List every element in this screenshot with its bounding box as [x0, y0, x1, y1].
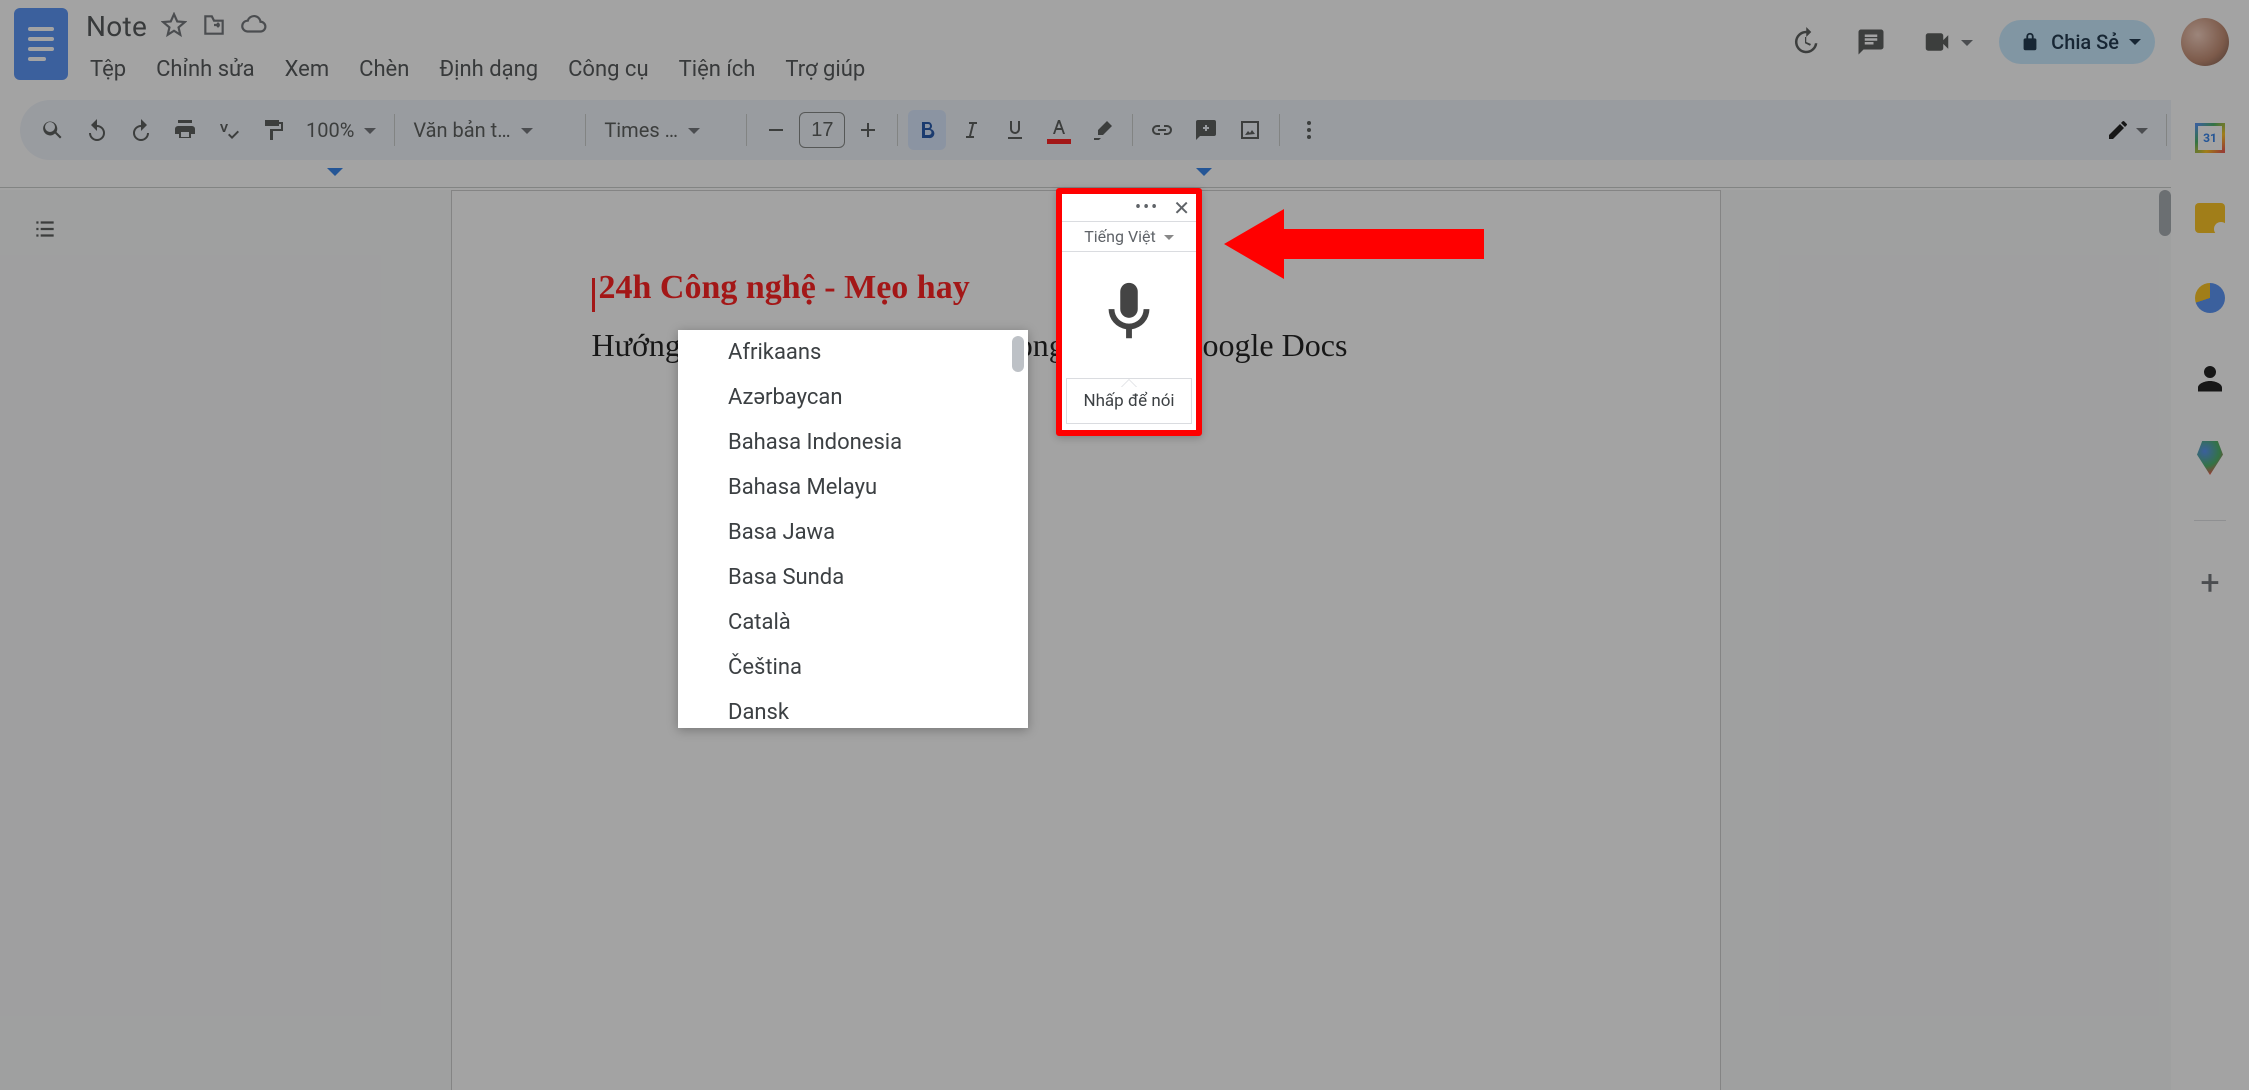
account-avatar[interactable] — [2181, 18, 2229, 66]
italic-button[interactable] — [952, 110, 990, 150]
menu-help[interactable]: Trợ giúp — [781, 53, 869, 86]
lang-option[interactable]: Basa Sunda — [678, 555, 1028, 600]
increase-font-size-button[interactable] — [849, 110, 887, 150]
keep-app-icon[interactable] — [2192, 200, 2228, 236]
text-color-button[interactable] — [1040, 110, 1078, 150]
dropdown-scrollbar[interactable] — [1012, 336, 1024, 372]
underline-button[interactable] — [996, 110, 1034, 150]
menu-file[interactable]: Tệp — [86, 53, 130, 86]
voice-typing-widget: ••• ✕ Tiếng Việt Nhấp để nói — [1056, 188, 1202, 436]
lang-option[interactable]: Bahasa Indonesia — [678, 420, 1028, 465]
lang-option[interactable]: Čeština — [678, 645, 1028, 690]
font-select[interactable]: Times … — [596, 110, 736, 150]
lang-option[interactable]: Dansk — [678, 690, 1028, 728]
spellcheck-button[interactable] — [210, 110, 248, 150]
side-divider — [2194, 520, 2226, 521]
document-title[interactable]: Note — [86, 10, 147, 43]
voice-mic-button[interactable] — [1062, 252, 1196, 372]
decrease-font-size-button[interactable] — [757, 110, 795, 150]
cloud-status-icon[interactable] — [241, 12, 267, 42]
menu-extensions[interactable]: Tiện ích — [675, 53, 760, 86]
voice-language-dropdown[interactable]: Afrikaans Azərbaycan Bahasa Indonesia Ba… — [678, 330, 1028, 728]
tasks-app-icon[interactable] — [2192, 280, 2228, 316]
move-icon[interactable] — [201, 12, 227, 42]
vertical-scrollbar[interactable] — [2159, 190, 2171, 236]
add-comment-button[interactable] — [1187, 110, 1225, 150]
chevron-down-icon — [2129, 39, 2141, 51]
star-icon[interactable] — [161, 12, 187, 42]
contacts-app-icon[interactable] — [2192, 360, 2228, 396]
voice-language-select[interactable]: Tiếng Việt — [1062, 222, 1196, 252]
meet-icon[interactable] — [1917, 22, 1957, 62]
lang-option[interactable]: Afrikaans — [678, 330, 1028, 375]
menu-edit[interactable]: Chỉnh sửa — [152, 53, 259, 86]
lang-option[interactable]: Azərbaycan — [678, 375, 1028, 420]
calendar-app-icon[interactable]: 31 — [2192, 120, 2228, 156]
insert-image-button[interactable] — [1231, 110, 1269, 150]
lang-option[interactable]: Basa Jawa — [678, 510, 1028, 555]
docs-logo[interactable] — [14, 8, 68, 80]
meet-dropdown[interactable] — [1961, 22, 1973, 62]
side-panel: 31 + — [2171, 100, 2249, 1090]
menu-tools[interactable]: Công cụ — [564, 53, 652, 86]
menu-view[interactable]: Xem — [281, 53, 333, 86]
get-addons-button[interactable]: + — [2192, 565, 2228, 601]
styles-select[interactable]: Văn bản t… — [405, 110, 575, 150]
menu-format[interactable]: Định dạng — [435, 53, 542, 86]
comments-icon[interactable] — [1851, 22, 1891, 62]
voice-hint-tooltip: Nhấp để nói — [1066, 378, 1192, 424]
bold-button[interactable] — [908, 110, 946, 150]
outline-toggle-button[interactable] — [22, 206, 68, 252]
zoom-select[interactable]: 100% — [298, 110, 384, 150]
maps-app-icon[interactable] — [2192, 440, 2228, 476]
microphone-icon — [1094, 277, 1164, 347]
more-toolbar-button[interactable] — [1290, 110, 1328, 150]
share-label: Chia Sẻ — [2051, 30, 2119, 54]
undo-button[interactable] — [78, 110, 116, 150]
ruler[interactable] — [0, 166, 2249, 188]
editing-mode-select[interactable] — [2098, 110, 2156, 150]
lang-option[interactable]: Català — [678, 600, 1028, 645]
lock-icon — [2019, 31, 2041, 53]
highlight-button[interactable] — [1084, 110, 1122, 150]
close-icon[interactable]: ✕ — [1173, 198, 1190, 218]
share-button[interactable]: Chia Sẻ — [1999, 20, 2155, 64]
pencil-icon — [2106, 118, 2130, 142]
paint-format-button[interactable] — [254, 110, 292, 150]
print-button[interactable] — [166, 110, 204, 150]
history-icon[interactable] — [1785, 22, 1825, 62]
search-menus-button[interactable] — [34, 110, 72, 150]
chevron-down-icon — [1164, 235, 1174, 245]
toolbar: 100% Văn bản t… Times … — [20, 100, 2229, 160]
menu-insert[interactable]: Chèn — [355, 53, 413, 86]
insert-link-button[interactable] — [1143, 110, 1181, 150]
lang-option[interactable]: Bahasa Melayu — [678, 465, 1028, 510]
indent-marker-right[interactable] — [1196, 168, 1212, 184]
indent-marker-left[interactable] — [327, 168, 343, 184]
voice-menu-icon[interactable]: ••• — [1135, 199, 1159, 217]
redo-button[interactable] — [122, 110, 160, 150]
font-size-input[interactable] — [799, 112, 845, 148]
